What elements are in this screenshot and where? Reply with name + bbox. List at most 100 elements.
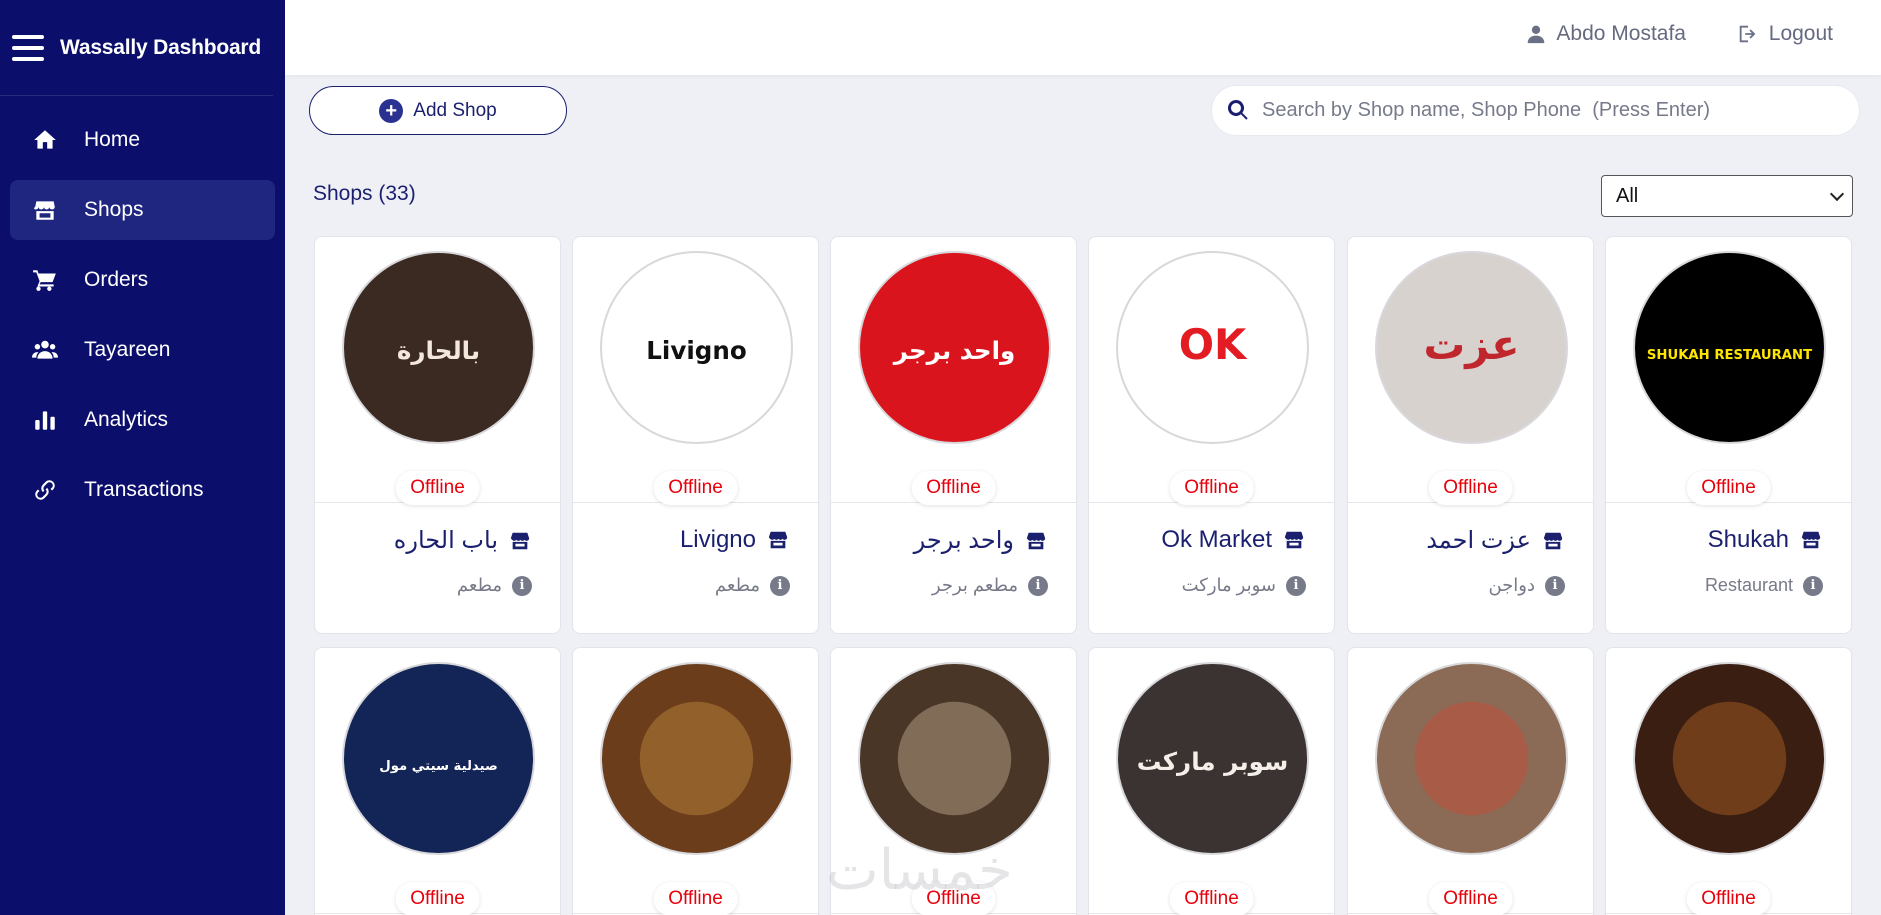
shop-logo [600,662,793,855]
shop-logo [1375,662,1568,855]
shop-category: دواجن i [1488,575,1565,596]
top-header: Abdo Mostafa Logout [285,0,1881,75]
info-icon: i [512,575,532,596]
info-icon: i [1803,575,1823,596]
status-badge: Offline [653,882,738,915]
sidebar-item-transactions[interactable]: Transactions [10,460,275,520]
sidebar-item-analytics[interactable]: Analytics [10,390,275,450]
status-badge: Offline [1169,471,1254,505]
shop-logo: واحد برجر [858,251,1051,444]
shop-name-text: Shukah [1707,526,1789,553]
filter-selected-value: All [1616,184,1639,207]
shop-card[interactable]: بالحارة Offline باب الحاره مطعم i [314,236,561,634]
shop-card[interactable]: Livigno Offline Livigno مطعم i [572,236,819,634]
shop-logo [1633,662,1826,855]
chart-bar-icon [30,407,60,433]
search-box [1212,86,1859,135]
user-menu[interactable]: Abdo Mostafa [1526,22,1686,46]
shop-card[interactable]: Offline [1347,647,1594,915]
status-badge: Offline [1686,882,1771,915]
shop-card[interactable]: عزت Offline عزت احمد دواجن i [1347,236,1594,634]
shop-category: مطعم i [457,575,532,596]
shop-category-text: مطعم برجر [931,575,1018,595]
sidebar-item-label: Orders [84,268,149,291]
store-icon [508,530,532,552]
add-shop-label: Add Shop [413,99,497,121]
cart-icon [30,267,60,293]
shop-card[interactable]: OK Offline Ok Market سوبر ماركت i [1088,236,1335,634]
sidebar-item-label: Home [84,128,141,151]
shop-logo: بالحارة [342,251,535,444]
status-badge: Offline [395,471,480,505]
logo-text: OK [1179,320,1248,369]
sidebar-item-label: Shops [84,198,144,221]
shop-name-text: باب الحاره [393,527,498,554]
user-name: Abdo Mostafa [1556,22,1686,45]
shop-name-text: Livigno [679,526,756,553]
status-badge: Offline [911,471,996,505]
sidebar-item-home[interactable]: Home [10,110,275,170]
store-icon [30,197,60,223]
shop-card[interactable]: واحد برجر Offline واحد برجر مطعم برجر i [830,236,1077,634]
home-icon [30,127,60,153]
shop-card[interactable]: سوبر ماركت Offline [1088,647,1335,915]
shop-category-text: دواجن [1488,575,1535,595]
shop-card[interactable]: Offline [572,647,819,915]
watermark: خمسات [826,838,1013,903]
shop-logo: OK [1116,251,1309,444]
shop-category: سوبر ماركت i [1182,575,1306,596]
logo-text: سوبر ماركت [1137,747,1288,776]
plus-circle-icon: + [379,98,404,123]
shop-category: مطعم i [715,575,790,596]
link-icon [30,477,60,503]
sidebar-item-label: Tayareen [84,338,171,361]
logo-text: بالحارة [397,336,480,365]
shop-category-text: مطعم [456,575,502,595]
info-icon: i [1028,575,1048,596]
shop-category: مطعم برجر i [932,575,1048,596]
user-icon [1528,25,1545,44]
sidebar-item-label: Analytics [84,408,169,431]
shop-category-text: سوبر ماركت [1181,575,1276,595]
shop-name: واحد برجر [914,526,1048,555]
shop-name: Ok Market [1161,526,1306,554]
info-icon: i [1545,575,1565,596]
shop-card[interactable]: SHUKAH RESTAURANT Offline Shukah Restaurant… [1605,236,1852,634]
logo-text: Livigno [646,336,746,365]
chevron-down-icon [1829,186,1845,202]
logout-label: Logout [1768,22,1833,45]
search-input[interactable] [1262,99,1842,122]
store-icon [1024,530,1048,552]
status-badge: Offline [1428,882,1513,915]
shop-logo: صيدلية سيتي مول [342,662,535,855]
add-shop-button[interactable]: + Add Shop [309,86,567,135]
logo-text: عزت [1423,320,1519,370]
users-icon [30,337,60,363]
shop-name: عزت احمد [1426,526,1565,555]
shops-count-heading: Shops (33) [313,182,416,205]
sidebar-item-tayareen[interactable]: Tayareen [10,320,275,380]
status-badge: Offline [1169,882,1254,915]
logout-button[interactable]: Logout [1737,22,1833,46]
shop-name-text: واحد برجر [913,527,1014,554]
shop-category-text: Restaurant [1704,575,1793,595]
sidebar-item-orders[interactable]: Orders [10,250,275,310]
shop-card[interactable]: صيدلية سيتي مول Offline [314,647,561,915]
shop-logo: SHUKAH RESTAURANT [1633,251,1826,444]
sidebar-nav: Home Shops Orders Tayareen Analytics Tra… [0,110,285,520]
menu-toggle-icon[interactable] [12,34,44,61]
shop-filter-select[interactable]: All [1601,175,1853,217]
store-icon [1799,529,1823,551]
shop-name: Livigno [680,526,790,554]
shop-category-text: مطعم [714,575,760,595]
logo-text: SHUKAH RESTAURANT [1647,348,1812,363]
status-badge: Offline [1428,471,1513,505]
shop-card[interactable]: Offline [1605,647,1852,915]
store-icon [1541,530,1565,552]
search-icon [1227,99,1248,120]
logout-icon [1739,25,1756,43]
sidebar-item-shops[interactable]: Shops [10,180,275,240]
shop-logo: Livigno [600,251,793,444]
status-badge: Offline [395,882,480,915]
sidebar-item-label: Transactions [84,478,204,501]
